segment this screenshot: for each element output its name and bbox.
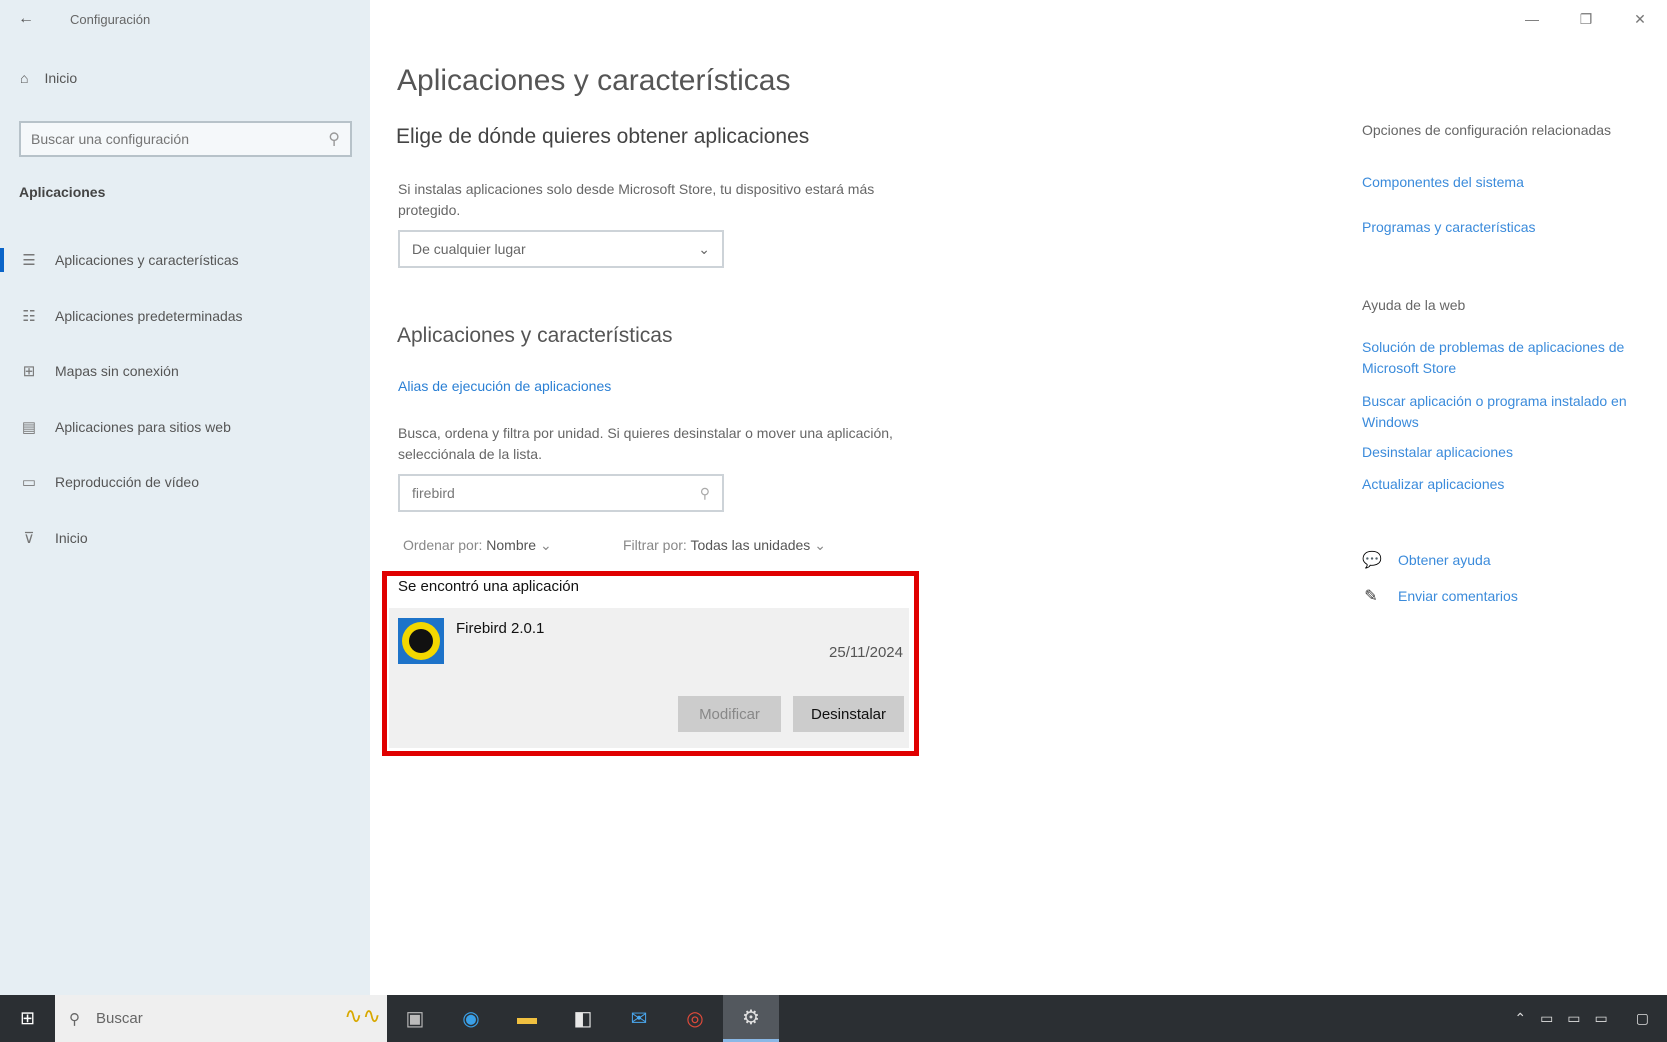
sort-dropdown[interactable]: Ordenar por: Nombre ⌄	[403, 537, 552, 554]
chat-help-icon: 💬	[1362, 552, 1382, 569]
apps-list-icon: ☰	[22, 252, 36, 269]
programs-features-link[interactable]: Programas y características	[1362, 217, 1536, 238]
close-icon[interactable]: ✕	[1613, 0, 1667, 38]
chevron-down-icon: ⌄	[698, 240, 710, 257]
title-bar: ← Configuración	[0, 0, 370, 38]
chevron-up-icon[interactable]: ⌃	[1514, 1010, 1526, 1027]
windows-start-icon[interactable]: ⊞	[0, 995, 55, 1042]
sidebar-home[interactable]: ⌂ Inicio	[20, 70, 77, 86]
sidebar-item-apps-features[interactable]: ☰ Aplicaciones y características	[0, 238, 370, 282]
update-apps-link[interactable]: Actualizar aplicaciones	[1362, 474, 1504, 495]
filter-description: Busca, ordena y filtra por unidad. Si qu…	[398, 425, 893, 462]
volume-icon[interactable]: ▭	[1567, 1010, 1580, 1027]
settings-search-input[interactable]	[31, 131, 311, 147]
feedback-link: Enviar comentarios	[1398, 588, 1518, 604]
network-icon[interactable]: ▭	[1540, 1010, 1553, 1027]
window-title: Configuración	[70, 11, 151, 27]
related-settings-heading: Opciones de configuración relacionadas	[1362, 122, 1612, 138]
troubleshoot-store-apps-link[interactable]: Solución de problemas de aplicaciones de…	[1362, 337, 1652, 379]
sidebar-item-label: Aplicaciones predeterminadas	[55, 308, 243, 324]
page-title: Aplicaciones y características	[397, 64, 791, 97]
window-controls: — ❐ ✕	[1505, 0, 1667, 38]
sidebar-item-default-apps[interactable]: ☷ Aplicaciones predeterminadas	[0, 294, 370, 338]
feedback-row[interactable]: ✎ Enviar comentarios	[1362, 586, 1518, 606]
taskbar-search-placeholder: Buscar	[96, 1010, 143, 1027]
taskbar: ⊞ ⚲ Buscar ∿∿ ▣ ◉ ▬ ◧ ✉ ◎ ⚙ ⌃ ▭ ▭ ▭ ▢	[0, 995, 1667, 1042]
filter-drive-label: Filtrar por:	[623, 537, 687, 553]
video-icon: ▭	[21, 474, 37, 491]
system-components-link[interactable]: Componentes del sistema	[1362, 172, 1524, 193]
startup-icon: ⊽	[23, 530, 35, 547]
chevron-down-icon: ⌄	[539, 537, 552, 553]
home-icon: ⌂	[20, 70, 29, 86]
search-icon: ⚲	[328, 131, 340, 148]
highlight-box	[382, 571, 919, 756]
back-icon[interactable]: ←	[0, 0, 52, 38]
source-description: Si instalas aplicaciones solo desde Micr…	[398, 181, 875, 218]
system-tray: ⌃ ▭ ▭ ▭ ▢	[1514, 1010, 1667, 1027]
search-icon: ⚲	[69, 1010, 80, 1028]
get-help-row[interactable]: 💬 Obtener ayuda	[1362, 550, 1491, 570]
sidebar-home-label: Inicio	[44, 70, 78, 86]
sidebar-item-label: Aplicaciones y características	[55, 252, 239, 268]
file-explorer-icon[interactable]: ▬	[499, 995, 555, 1042]
source-dropdown[interactable]: De cualquier lugar ⌄	[398, 230, 724, 268]
maximize-icon[interactable]: ❐	[1559, 0, 1613, 38]
sidebar-item-offline-maps[interactable]: ⊞ Mapas sin conexión	[0, 349, 370, 393]
sidebar: ← Configuración ⌂ Inicio ⚲ Aplicaciones …	[0, 0, 370, 995]
sidebar-item-label: Aplicaciones para sitios web	[55, 419, 231, 435]
map-icon: ⊞	[22, 363, 36, 380]
settings-search-box[interactable]: ⚲	[19, 121, 352, 157]
sidebar-item-video-playback[interactable]: ▭ Reproducción de vídeo	[0, 460, 370, 504]
keyboard-icon[interactable]: ▭	[1595, 1010, 1608, 1027]
task-view-icon[interactable]: ▣	[387, 995, 443, 1042]
sidebar-item-label: Mapas sin conexión	[55, 363, 179, 379]
app-search-input[interactable]: firebird ⚲	[398, 474, 724, 512]
store-icon[interactable]: ◧	[555, 995, 611, 1042]
filter-drive-value: Todas las unidades	[690, 537, 811, 553]
edge-icon[interactable]: ◉	[443, 995, 499, 1042]
chevron-down-icon: ⌄	[814, 537, 826, 553]
sidebar-item-label: Inicio	[55, 530, 88, 546]
settings-gear-icon[interactable]: ⚙	[723, 995, 779, 1042]
notifications-icon[interactable]: ▢	[1636, 1010, 1649, 1027]
apps-heading: Aplicaciones y características	[397, 324, 673, 347]
web-help-heading: Ayuda de la web	[1362, 297, 1466, 313]
chrome-icon[interactable]: ◎	[667, 995, 723, 1042]
sidebar-item-apps-websites[interactable]: ▤ Aplicaciones para sitios web	[0, 405, 370, 449]
default-apps-icon: ☷	[22, 308, 36, 325]
source-dropdown-value: De cualquier lugar	[412, 241, 526, 257]
get-help-link: Obtener ayuda	[1398, 552, 1491, 568]
source-heading: Elige de dónde quieres obtener aplicacio…	[396, 125, 810, 148]
websites-icon: ▤	[21, 419, 37, 436]
sidebar-item-label: Reproducción de vídeo	[55, 474, 199, 490]
filter-drive-dropdown[interactable]: Filtrar por: Todas las unidades ⌄	[623, 537, 826, 554]
sort-label: Ordenar por:	[403, 537, 483, 553]
uninstall-apps-link[interactable]: Desinstalar aplicaciones	[1362, 442, 1513, 463]
search-highlight-icon: ∿∿	[344, 1003, 381, 1028]
app-search-value: firebird	[412, 485, 455, 501]
minimize-icon[interactable]: —	[1505, 0, 1559, 38]
search-icon: ⚲	[699, 484, 710, 501]
sidebar-section-label: Aplicaciones	[19, 184, 106, 200]
sidebar-item-startup[interactable]: ⊽ Inicio	[0, 516, 370, 560]
feedback-icon: ✎	[1364, 588, 1378, 605]
find-installed-app-link[interactable]: Buscar aplicación o programa instalado e…	[1362, 391, 1652, 433]
alias-link[interactable]: Alias de ejecución de aplicaciones	[398, 378, 611, 394]
taskbar-search[interactable]: ⚲ Buscar ∿∿	[55, 995, 387, 1042]
mail-icon[interactable]: ✉	[611, 995, 667, 1042]
sort-value: Nombre	[486, 537, 537, 553]
